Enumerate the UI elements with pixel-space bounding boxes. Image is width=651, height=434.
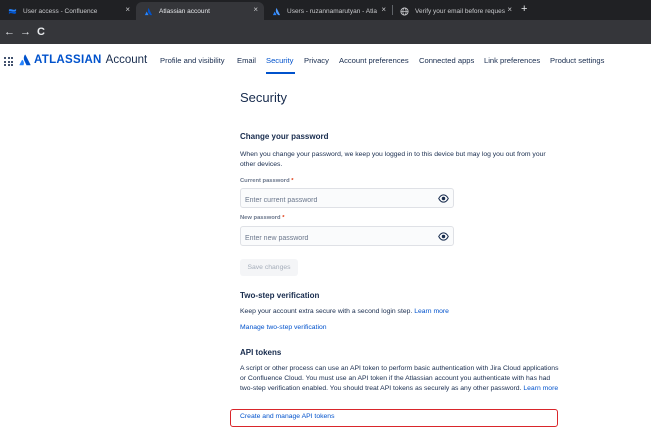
required-asterisk: * [282,215,285,221]
tab-account-preferences[interactable]: Account preferences [339,56,409,65]
tab-connected-apps[interactable]: Connected apps [419,56,474,65]
api-tokens-heading: API tokens [240,348,282,357]
atlassian-icon [272,7,281,15]
new-tab-button[interactable]: + [521,3,527,15]
reload-button[interactable]: C [37,24,45,40]
tab-privacy[interactable]: Privacy [304,56,329,65]
confluence-icon [8,8,17,14]
eye-icon[interactable] [438,231,449,242]
api-tokens-learn-more-link[interactable]: Learn more [523,385,558,392]
two-step-learn-more-link[interactable]: Learn more [414,308,449,315]
tab-label: User access - Confluence [23,7,98,15]
tab-verify-email[interactable]: Verify your email before reques × [392,2,518,20]
api-tokens-description: A script or other process can use an API… [240,364,562,394]
brand-name: ATLASSIAN [34,54,102,66]
atlassian-icon [144,7,153,15]
browser-toolbar: ← → C [0,20,651,44]
change-password-description: When you change your password, we keep y… [240,151,546,168]
app-header: ATLASSIAN Account Profile and visibility… [0,44,651,78]
tab-link-preferences[interactable]: Link preferences [484,56,540,65]
new-password-input[interactable] [241,229,421,248]
new-password-field [240,226,454,248]
create-api-tokens-link[interactable]: Create and manage API tokens [240,413,334,420]
tab-product-settings[interactable]: Product settings [550,56,604,65]
tab-atlassian-account[interactable]: Atlassian account × [136,2,264,20]
current-password-label: Current password * [240,178,294,184]
new-password-label: New password * [240,215,284,221]
save-changes-button[interactable]: Save changes [240,259,298,276]
atlassian-logo[interactable]: ATLASSIAN Account [19,54,147,66]
tab-user-access-confluence[interactable]: User access - Confluence × [0,2,136,20]
tab-profile-and-visibility[interactable]: Profile and visibility [160,56,225,65]
tab-label: Atlassian account [159,7,210,15]
label-text: Current password [240,178,290,184]
tab-label: Verify your email before reques [415,7,505,15]
tab-email[interactable]: Email [237,56,256,65]
required-asterisk: * [291,178,294,184]
close-icon[interactable]: × [507,5,512,14]
atlassian-icon [19,54,31,66]
globe-icon [400,6,409,16]
product-name: Account [105,54,148,66]
manage-two-step-link[interactable]: Manage two-step verification [240,324,327,331]
forward-button[interactable]: → [20,24,31,40]
active-tab-indicator [266,72,295,74]
app-switcher-icon[interactable] [4,57,13,66]
close-icon[interactable]: × [125,5,130,14]
label-text: New password [240,215,281,221]
tab-label: Users - ruzannamarutyan - Atla [287,7,377,15]
current-password-input[interactable] [241,191,421,210]
back-button[interactable]: ← [4,24,15,40]
two-step-heading: Two-step verification [240,291,320,300]
change-password-heading: Change your password [240,132,329,141]
eye-icon[interactable] [438,193,449,204]
close-icon[interactable]: × [381,5,386,14]
browser-tab-strip: User access - Confluence × Atlassian acc… [0,0,651,20]
two-step-description: Keep your account extra secure with a se… [240,307,560,317]
tab-security[interactable]: Security [266,56,293,65]
current-password-field [240,188,454,210]
page-title: Security [240,90,287,105]
tab-users[interactable]: Users - ruzannamarutyan - Atla × [264,2,392,20]
close-icon[interactable]: × [253,5,258,14]
api-tokens-text: A script or other process can use an API… [240,365,559,392]
two-step-text: Keep your account extra secure with a se… [240,308,413,315]
